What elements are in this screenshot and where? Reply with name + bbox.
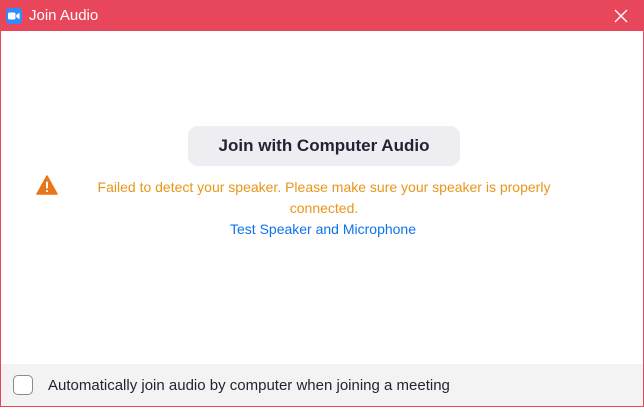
window-title: Join Audio: [29, 7, 99, 24]
warning-triangle-icon: [36, 175, 58, 195]
join-audio-window: Join Audio Join with Computer Audio Fail…: [0, 0, 644, 407]
close-icon: [614, 9, 628, 22]
auto-join-audio-label[interactable]: Automatically join audio by computer whe…: [48, 377, 450, 394]
auto-join-audio-checkbox[interactable]: [13, 375, 33, 395]
speaker-warning-message: Failed to detect your speaker. Please ma…: [61, 177, 587, 219]
test-speaker-microphone-link[interactable]: Test Speaker and Microphone: [1, 221, 644, 237]
footer-bar: Automatically join audio by computer whe…: [1, 364, 643, 406]
zoom-camera-icon: [6, 7, 22, 24]
join-with-computer-audio-button[interactable]: Join with Computer Audio: [188, 126, 460, 166]
title-bar[interactable]: Join Audio: [0, 0, 644, 31]
close-button[interactable]: [598, 0, 644, 31]
warning-line-2: connected.: [289, 200, 359, 216]
warning-line-1: Failed to detect your speaker. Please ma…: [97, 179, 551, 195]
